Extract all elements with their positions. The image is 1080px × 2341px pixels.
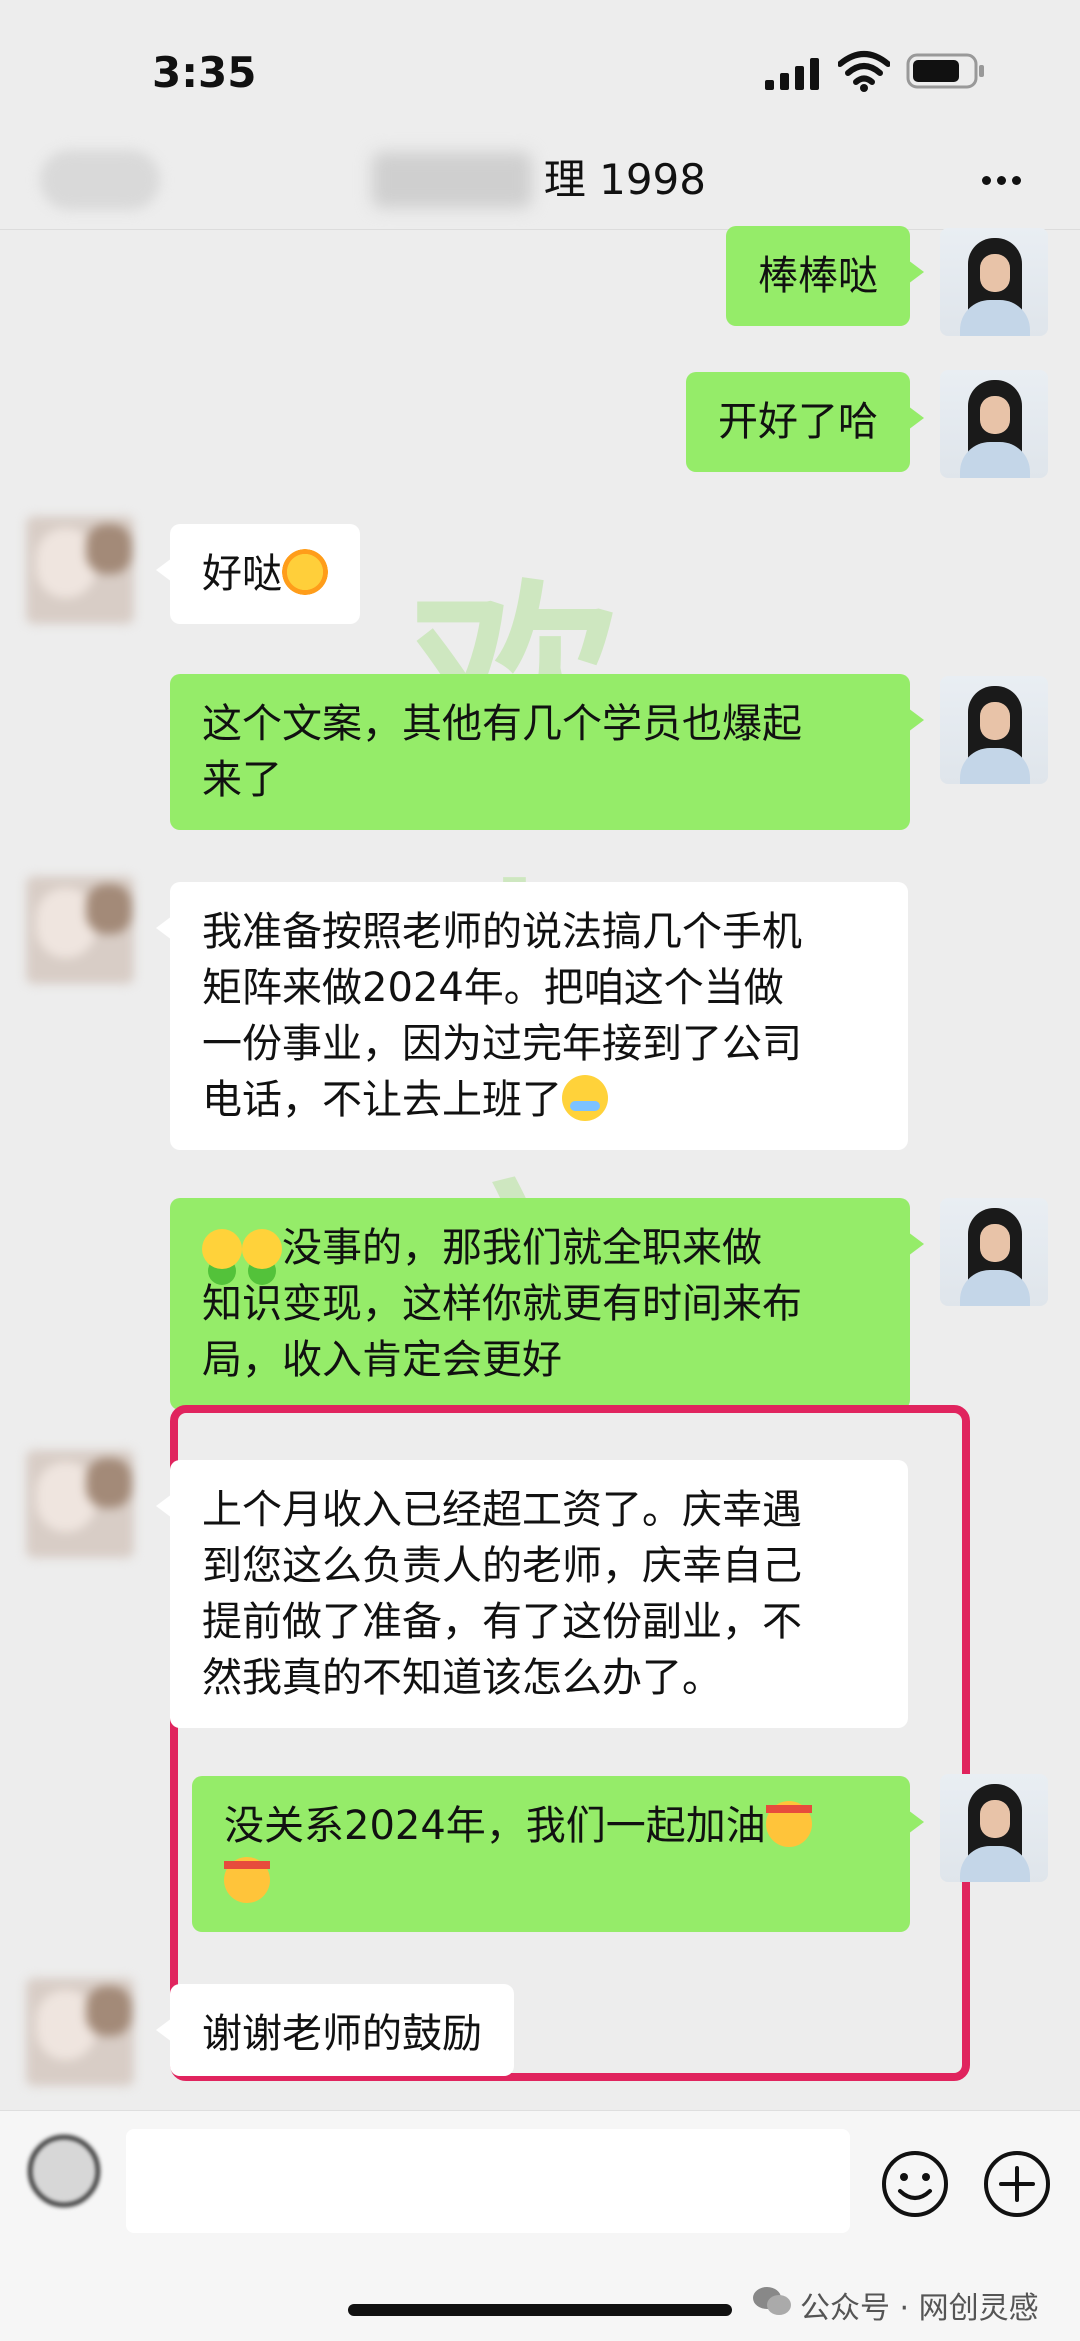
home-indicator[interactable] — [348, 2304, 732, 2316]
more-actions-icon[interactable] — [982, 2149, 1052, 2219]
message-text: 来了 — [202, 757, 282, 803]
student-avatar[interactable] — [26, 516, 134, 624]
message-text: 到您这么负责人的老师，庆幸自己 — [202, 1543, 802, 1589]
student-avatar[interactable] — [26, 876, 134, 984]
status-time: 3:35 — [152, 48, 257, 97]
cellular-signal-icon — [765, 58, 819, 90]
wifi-icon — [838, 51, 890, 92]
status-bar: 3:35 — [0, 0, 1080, 130]
crying-emoji-icon — [562, 1075, 608, 1121]
student-avatar[interactable] — [26, 1978, 134, 2086]
message-text: 谢谢老师的鼓励 — [202, 2011, 482, 2057]
more-options-icon[interactable] — [982, 170, 1030, 190]
source-label: 公众号 · 网创灵感 — [800, 2283, 1039, 2327]
teacher-avatar[interactable] — [940, 370, 1048, 478]
battery-icon — [906, 53, 984, 89]
teacher-avatar[interactable] — [940, 1198, 1048, 1306]
message-text: 电话，不让去上班了 — [202, 1077, 562, 1123]
back-button[interactable] — [40, 150, 160, 210]
chat-title: 理 1998 — [543, 155, 706, 204]
message-bubble[interactable]: 谢谢老师的鼓励 — [156, 1984, 514, 2076]
message-bubble[interactable]: 没事的，那我们就全职来做 知识变现，这样你就更有时间来布 局，收入肯定会更好 — [170, 1198, 924, 1410]
fighting-emoji-icon — [224, 1857, 270, 1903]
message-text: 开好了哈 — [718, 399, 878, 445]
message-text: 好哒 — [202, 551, 282, 597]
shrug-emoji-icon — [242, 1229, 282, 1269]
message-bubble[interactable]: 没关系2024年，我们一起加油 — [192, 1776, 924, 1932]
message-text: 知识变现，这样你就更有时间来布 — [202, 1281, 802, 1327]
voice-input-button[interactable] — [28, 2135, 100, 2207]
shrug-emoji-icon — [202, 1229, 242, 1269]
message-text: 这个文案，其他有几个学员也爆起 — [202, 701, 802, 747]
message-text: 一份事业，因为过完年接到了公司 — [202, 1021, 802, 1067]
message-text: 然我真的不知道该怎么办了。 — [202, 1655, 722, 1701]
wechat-logo-icon — [753, 2287, 791, 2315]
message-text: 提前做了准备，有了这份副业，不 — [202, 1599, 802, 1645]
fighting-emoji-icon — [765, 1801, 812, 1847]
emoji-picker-icon[interactable] — [880, 2149, 950, 2219]
message-bubble[interactable]: 棒棒哒 — [726, 226, 924, 326]
message-text: 矩阵来做2024年。把咱这个当做 — [202, 965, 784, 1011]
message-bubble[interactable]: 好哒 — [156, 524, 360, 624]
teacher-avatar[interactable] — [940, 1774, 1048, 1882]
message-bubble[interactable]: 上个月收入已经超工资了。庆幸遇 到您这么负责人的老师，庆幸自己 提前做了准备，有… — [156, 1460, 908, 1728]
message-bubble[interactable]: 这个文案，其他有几个学员也爆起 来了 — [170, 674, 924, 830]
teacher-avatar[interactable] — [940, 676, 1048, 784]
sun-emoji-icon — [282, 549, 328, 595]
message-text: 上个月收入已经超工资了。庆幸遇 — [202, 1487, 802, 1533]
message-text: 没关系2024年，我们一起加油 — [224, 1803, 766, 1849]
message-text: 棒棒哒 — [758, 253, 878, 299]
chat-header: 理 1998 — [0, 130, 1080, 230]
student-avatar[interactable] — [26, 1450, 134, 1558]
message-bubble[interactable]: 开好了哈 — [686, 372, 924, 472]
message-text: 局，收入肯定会更好 — [202, 1337, 562, 1383]
message-input[interactable] — [126, 2129, 850, 2233]
message-text: 我准备按照老师的说法搞几个手机 — [202, 909, 802, 955]
teacher-avatar[interactable] — [940, 228, 1048, 336]
source-text: 公众号 · 网创灵感 — [800, 2291, 1039, 2326]
message-bubble[interactable]: 我准备按照老师的说法搞几个手机 矩阵来做2024年。把咱这个当做 一份事业，因为… — [156, 882, 908, 1150]
message-text: 没事的，那我们就全职来做 — [282, 1225, 762, 1271]
